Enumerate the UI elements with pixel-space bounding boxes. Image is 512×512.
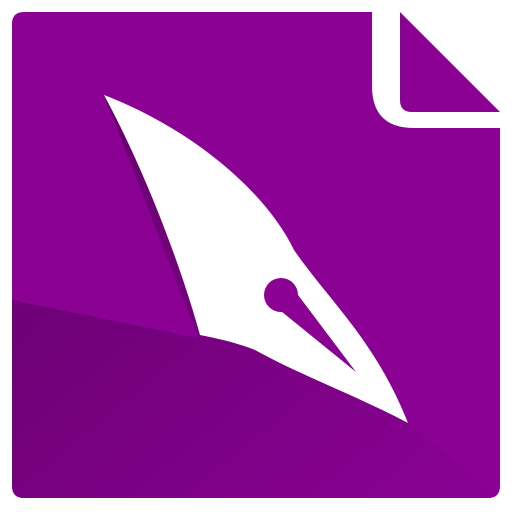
app-icon — [0, 0, 512, 512]
folded-corner — [400, 12, 500, 112]
pen-document-icon — [12, 12, 500, 498]
